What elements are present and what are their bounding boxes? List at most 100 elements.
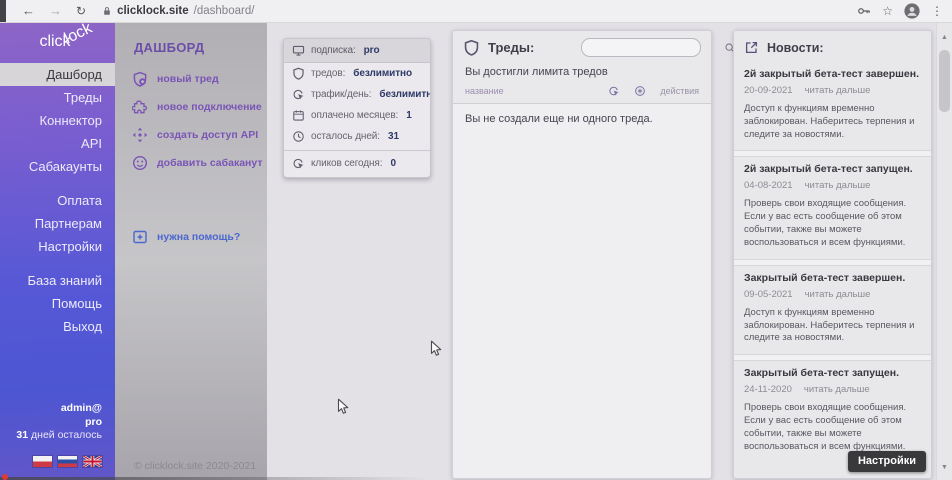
sidebar-nav: Дашборд Треды Коннектор API Сабакаунты О… bbox=[0, 63, 115, 338]
sidebar-item-dashboard[interactable]: Дашборд bbox=[0, 63, 115, 86]
shield-icon bbox=[463, 39, 480, 56]
dashboard-actions-panel: ДАШБОРД новый тред новое подключение соз… bbox=[115, 22, 267, 480]
bookmark-star-icon[interactable]: ☆ bbox=[882, 4, 893, 18]
create-api-access-link[interactable]: создать доступ API bbox=[115, 121, 267, 149]
back-icon[interactable]: ← bbox=[22, 0, 35, 22]
sidebar-item-logout[interactable]: Выход bbox=[0, 315, 115, 338]
read-more-link[interactable]: читать дальше bbox=[804, 384, 870, 395]
browser-menu-icon[interactable]: ⋮ bbox=[931, 4, 943, 18]
threads-empty-message: Вы не создали еще ни одного треда. bbox=[453, 104, 711, 478]
url-host: clicklock.site bbox=[117, 5, 189, 17]
account-plan: pro bbox=[16, 416, 102, 430]
news-item: Закрытый бета-тест завершен. 09-05-2021ч… bbox=[734, 266, 931, 354]
news-item: 2й закрытый бета-тест запущен. 04-08-202… bbox=[734, 157, 931, 258]
sidebar: clicklock Дашборд Треды Коннектор API Са… bbox=[0, 22, 115, 480]
account-days-left: 31 дней осталось bbox=[16, 429, 102, 443]
stat-row-months-paid: оплачено месяцев:1 bbox=[284, 105, 430, 126]
news-item: 2й закрытый бета-тест завершен. 20-09-20… bbox=[734, 62, 931, 150]
column-name: название bbox=[465, 86, 504, 96]
poland-flag-icon[interactable] bbox=[33, 456, 52, 467]
shield-icon bbox=[292, 67, 305, 80]
profile-avatar-icon[interactable] bbox=[904, 3, 920, 19]
threads-table-header: название действия bbox=[453, 85, 711, 104]
address-bar[interactable]: clicklock.site/dashboard/ bbox=[102, 5, 254, 17]
star-circle-icon bbox=[634, 85, 646, 97]
read-more-link[interactable]: читать дальше bbox=[805, 180, 871, 191]
stat-row-clicks-today: кликов сегодня:0 bbox=[284, 151, 430, 177]
click-icon bbox=[292, 157, 305, 170]
russia-flag-icon[interactable] bbox=[58, 456, 77, 467]
sidebar-item-knowledge-base[interactable]: База знаний bbox=[0, 269, 115, 292]
shield-plus-icon bbox=[132, 71, 148, 87]
forward-icon[interactable]: → bbox=[49, 0, 62, 22]
threads-panel: Треды: Вы достигли лимита тредов названи… bbox=[452, 30, 712, 479]
stat-row-days-left: осталось дней:31 bbox=[284, 126, 430, 147]
sidebar-item-partners[interactable]: Партнерам bbox=[0, 212, 115, 235]
key-icon[interactable] bbox=[857, 4, 871, 18]
subscription-header: подписка: pro bbox=[284, 39, 430, 63]
nav-group-gap bbox=[0, 178, 115, 189]
window-edge bbox=[0, 0, 6, 22]
threads-search bbox=[581, 38, 701, 57]
move-arrows-icon bbox=[132, 127, 148, 143]
news-date: 20-09-2021 bbox=[744, 85, 793, 96]
read-more-link[interactable]: читать дальше bbox=[805, 289, 871, 300]
external-link-icon bbox=[744, 40, 759, 55]
add-subaccount-link[interactable]: добавить сабаканут bbox=[115, 149, 267, 177]
news-panel: Новости: 2й закрытый бета-тест завершен.… bbox=[733, 30, 932, 479]
nav-group-gap bbox=[0, 258, 115, 269]
calendar-icon bbox=[292, 109, 305, 122]
divider bbox=[734, 150, 931, 157]
settings-button[interactable]: Настройки bbox=[848, 451, 926, 472]
news-title: Новости: bbox=[767, 41, 824, 55]
face-icon bbox=[132, 155, 148, 171]
browser-toolbar: ← → ↻ clicklock.site/dashboard/ ☆ ⋮ bbox=[0, 0, 952, 23]
clock-icon bbox=[292, 130, 305, 143]
puzzle-icon bbox=[132, 99, 148, 115]
plan-value: pro bbox=[364, 45, 380, 56]
sidebar-item-threads[interactable]: Треды bbox=[0, 86, 115, 109]
sidebar-item-settings[interactable]: Настройки bbox=[0, 235, 115, 258]
search-input[interactable] bbox=[582, 41, 724, 54]
read-more-link[interactable]: читать дальше bbox=[805, 85, 871, 96]
divider bbox=[734, 259, 931, 266]
new-connection-link[interactable]: новое подключение bbox=[115, 93, 267, 121]
subscription-card: подписка: pro тредов:безлимитно трафик/д… bbox=[283, 38, 431, 178]
page-title: ДАШБОРД bbox=[115, 22, 267, 55]
click-icon bbox=[292, 88, 305, 101]
reload-icon[interactable]: ↻ bbox=[76, 0, 86, 22]
url-path: /dashboard/ bbox=[194, 5, 255, 17]
sidebar-item-help[interactable]: Помощь bbox=[0, 292, 115, 315]
account-email: admin@ bbox=[16, 402, 102, 416]
threads-title: Треды: bbox=[488, 40, 534, 55]
threads-limit-message: Вы достигли лимита тредов bbox=[453, 61, 711, 85]
news-date: 24-11-2020 bbox=[744, 384, 792, 395]
app-logo: clicklock bbox=[0, 22, 115, 63]
copyright-text: © clicklock.site 2020-2021 bbox=[134, 460, 256, 472]
scroll-down-icon[interactable]: ▼ bbox=[937, 460, 952, 474]
news-item: Закрытый бета-тест запущен. 24-11-2020чи… bbox=[734, 361, 931, 462]
new-thread-link[interactable]: новый тред bbox=[115, 65, 267, 93]
sidebar-item-subaccounts[interactable]: Сабакаунты bbox=[0, 155, 115, 178]
column-actions: действия bbox=[660, 86, 699, 96]
page-scrollbar[interactable]: ▲ ▼ bbox=[936, 22, 952, 480]
square-plus-icon bbox=[132, 229, 148, 245]
click-icon bbox=[608, 85, 620, 97]
news-date: 04-08-2021 bbox=[744, 180, 793, 191]
stat-row-threads: тредов:безлимитно bbox=[284, 63, 430, 84]
need-help-link[interactable]: нужна помощь? bbox=[115, 223, 267, 251]
account-summary: admin@ pro 31 дней осталось bbox=[16, 402, 102, 443]
sidebar-item-payment[interactable]: Оплата bbox=[0, 189, 115, 212]
uk-flag-icon[interactable] bbox=[83, 456, 102, 467]
sidebar-item-api[interactable]: API bbox=[0, 132, 115, 155]
monitor-icon bbox=[292, 44, 305, 57]
news-date: 09-05-2021 bbox=[744, 289, 793, 300]
video-playhead-dot bbox=[2, 474, 8, 480]
lock-icon bbox=[102, 6, 112, 16]
sidebar-item-connector[interactable]: Коннектор bbox=[0, 109, 115, 132]
scroll-up-icon[interactable]: ▲ bbox=[937, 30, 952, 44]
divider bbox=[734, 354, 931, 361]
app-window: ← → ↻ clicklock.site/dashboard/ ☆ ⋮ clic… bbox=[0, 0, 952, 480]
scrollbar-thumb[interactable] bbox=[939, 50, 950, 112]
main-content: подписка: pro тредов:безлимитно трафик/д… bbox=[267, 22, 952, 480]
